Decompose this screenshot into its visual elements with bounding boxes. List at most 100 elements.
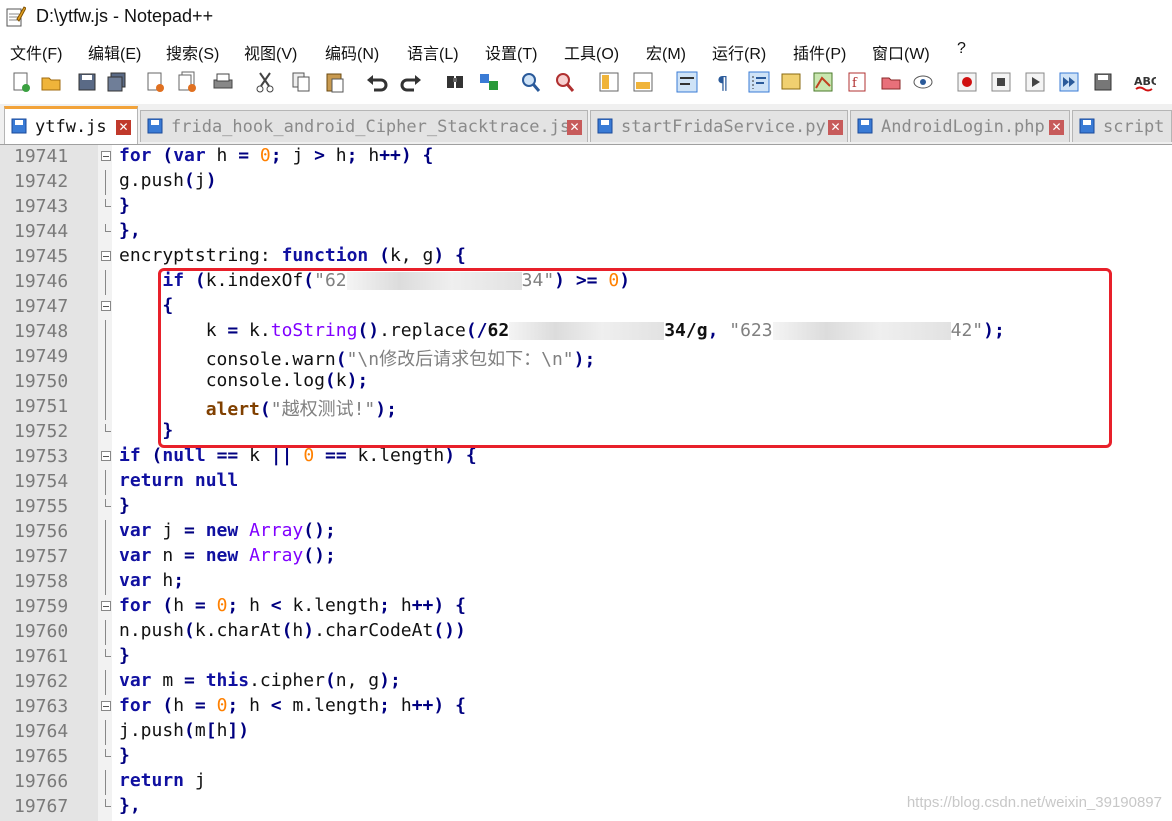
code-text: }, — [119, 795, 141, 816]
close-file-icon[interactable] — [144, 70, 166, 94]
code-line[interactable]: 19764 j.push(m[h]) — [0, 720, 1172, 745]
save-macro-icon[interactable] — [1092, 70, 1114, 94]
show-all-chars-icon[interactable]: ¶ — [712, 70, 734, 94]
code-line[interactable]: 19754 return null — [0, 470, 1172, 495]
code-line[interactable]: 19753 if (null == k || 0 == k.length) { — [0, 445, 1172, 470]
tab-start-frida-service[interactable]: startFridaService.py ✕ — [590, 110, 848, 142]
cut-icon[interactable] — [254, 70, 276, 94]
line-number: 19755 — [14, 496, 69, 517]
file-saved-icon — [147, 118, 163, 134]
code-line[interactable]: 19758 var h; — [0, 570, 1172, 595]
find-icon[interactable] — [444, 70, 466, 94]
menu-window[interactable]: 窗口(W) — [872, 40, 930, 64]
function-list-icon[interactable]: f — [846, 70, 868, 94]
code-text: var m = this.cipher(n, g); — [119, 670, 401, 691]
save-all-icon[interactable] — [106, 70, 128, 94]
code-line[interactable]: 19761} — [0, 645, 1172, 670]
menu-settings[interactable]: 设置(T) — [485, 40, 537, 64]
fold-toggle-icon[interactable] — [101, 451, 111, 461]
code-line[interactable]: 19763 for (h = 0; h < m.length; h++) { — [0, 695, 1172, 720]
menu-view[interactable]: 视图(V) — [244, 40, 297, 64]
close-all-icon[interactable] — [176, 70, 198, 94]
zoom-out-icon[interactable] — [554, 70, 576, 94]
new-file-icon[interactable] — [10, 70, 32, 94]
undo-icon[interactable] — [366, 70, 388, 94]
tab-close-icon[interactable]: ✕ — [567, 120, 582, 135]
highlight-box — [158, 268, 1112, 448]
fold-line-icon — [105, 649, 111, 657]
sync-vertical-icon[interactable] — [598, 70, 620, 94]
code-line[interactable]: 19756 var j = new Array(); — [0, 520, 1172, 545]
menu-file[interactable]: 文件(F) — [10, 40, 62, 64]
fold-toggle-icon[interactable] — [101, 601, 111, 611]
code-text: var j = new Array(); — [119, 520, 336, 541]
code-line[interactable]: 19766 return j — [0, 770, 1172, 795]
code-line[interactable]: 19741 for (var h = 0; j > h; h++) { — [0, 145, 1172, 170]
print-icon[interactable] — [212, 70, 234, 94]
menu-search[interactable]: 搜索(S) — [166, 40, 219, 64]
code-line[interactable]: 19755} — [0, 495, 1172, 520]
word-wrap-icon[interactable] — [676, 70, 698, 94]
indent-guide-icon[interactable] — [748, 70, 770, 94]
fold-toggle-icon[interactable] — [101, 701, 111, 711]
line-number: 19761 — [14, 646, 69, 667]
copy-icon[interactable] — [290, 70, 312, 94]
menu-run[interactable]: 运行(R) — [712, 40, 766, 64]
menu-macro[interactable]: 宏(M) — [646, 40, 686, 64]
code-line[interactable]: 19765} — [0, 745, 1172, 770]
menu-plugins[interactable]: 插件(P) — [793, 40, 846, 64]
tab-script[interactable]: script — [1072, 110, 1172, 142]
code-text: }, — [119, 220, 141, 241]
code-line[interactable]: 19757 var n = new Array(); — [0, 545, 1172, 570]
save-icon[interactable] — [76, 70, 98, 94]
code-line[interactable]: 19760 n.push(k.charAt(h).charCodeAt()) — [0, 620, 1172, 645]
menu-tools[interactable]: 工具(O) — [564, 40, 619, 64]
code-line[interactable]: 19743} — [0, 195, 1172, 220]
menu-language[interactable]: 语言(L) — [407, 40, 459, 64]
code-text: j.push(m[h]) — [119, 720, 250, 741]
svg-text:¶: ¶ — [717, 73, 728, 94]
stop-macro-icon[interactable] — [990, 70, 1012, 94]
tab-ytfw-js[interactable]: ytfw.js ✕ — [4, 106, 138, 144]
title-bar: D:\ytfw.js - Notepad++ — [0, 0, 1172, 34]
open-file-icon[interactable] — [40, 70, 62, 94]
line-number: 19760 — [14, 621, 69, 642]
tab-label: AndroidLogin.php — [881, 117, 1045, 137]
code-text: } — [119, 745, 130, 766]
menu-help[interactable]: ? — [957, 40, 966, 58]
code-line[interactable]: 19744}, — [0, 220, 1172, 245]
code-line[interactable]: 19759 for (h = 0; h < k.length; h++) { — [0, 595, 1172, 620]
record-macro-icon[interactable] — [956, 70, 978, 94]
code-line[interactable]: 19742 g.push(j) — [0, 170, 1172, 195]
play-macro-icon[interactable] — [1024, 70, 1046, 94]
line-number: 19753 — [14, 446, 69, 467]
zoom-in-icon[interactable] — [520, 70, 542, 94]
run-macro-multiple-icon[interactable] — [1058, 70, 1080, 94]
doc-map-icon[interactable] — [812, 70, 834, 94]
menu-encoding[interactable]: 编码(N) — [325, 40, 379, 64]
tab-close-icon[interactable]: ✕ — [116, 120, 131, 135]
tab-android-login-php[interactable]: AndroidLogin.php ✕ — [850, 110, 1070, 142]
tab-close-icon[interactable]: ✕ — [1049, 120, 1064, 135]
fold-toggle-icon[interactable] — [101, 151, 111, 161]
code-text: return null — [119, 470, 239, 491]
user-language-icon[interactable] — [780, 70, 802, 94]
code-text: for (h = 0; h < m.length; h++) { — [119, 695, 466, 716]
fold-toggle-icon[interactable] — [101, 301, 111, 311]
monitoring-icon[interactable] — [912, 70, 934, 94]
fold-toggle-icon[interactable] — [101, 251, 111, 261]
tab-close-icon[interactable]: ✕ — [828, 120, 843, 135]
file-saved-icon — [1079, 118, 1095, 134]
line-number: 19744 — [14, 221, 69, 242]
replace-icon[interactable] — [478, 70, 500, 94]
paste-icon[interactable] — [324, 70, 346, 94]
code-line[interactable]: 19745 encryptstring: function (k, g) { — [0, 245, 1172, 270]
spell-check-icon[interactable]: ABC — [1134, 70, 1159, 94]
sync-horizontal-icon[interactable] — [632, 70, 654, 94]
tab-frida-hook-android-cipher-stacktrace[interactable]: frida_hook_android_Cipher_Stacktrace.js … — [140, 110, 588, 142]
redo-icon[interactable] — [400, 70, 422, 94]
code-editor[interactable]: 19741 for (var h = 0; j > h; h++) {19742 g… — [0, 145, 1172, 821]
folder-workspace-icon[interactable] — [880, 70, 902, 94]
code-line[interactable]: 19762 var m = this.cipher(n, g); — [0, 670, 1172, 695]
menu-edit[interactable]: 编辑(E) — [88, 40, 141, 64]
